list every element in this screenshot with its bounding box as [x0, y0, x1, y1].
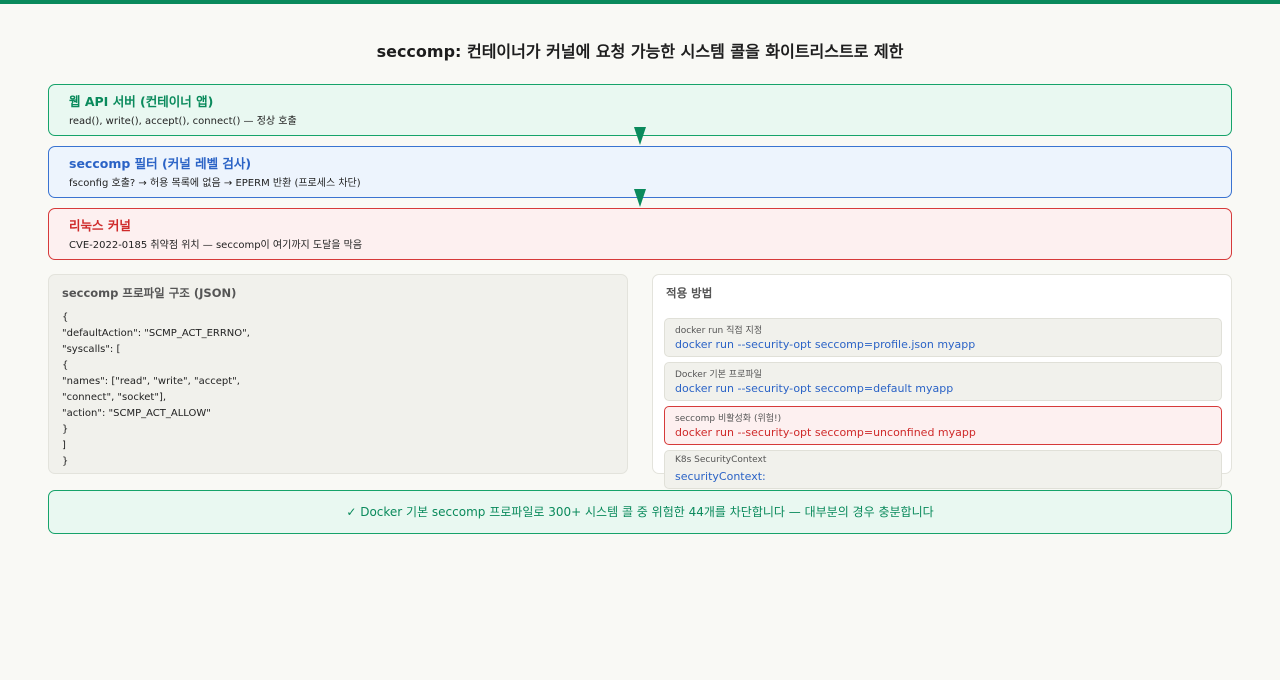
page-title: seccomp: 컨테이너가 커널에 요청 가능한 시스템 콜을 화이트리스트로… — [376, 42, 904, 61]
option-label: Docker 기본 프로파일 — [675, 370, 762, 380]
code-line: "action": "SCMP_ACT_ALLOW" — [62, 408, 211, 419]
summary-banner: ✓ Docker 기본 seccomp 프로파일로 300+ 시스템 콜 중 위… — [48, 490, 1232, 534]
option-label: K8s SecurityContext — [675, 455, 767, 465]
code-line: "connect", "socket"], — [62, 392, 167, 403]
code-line: "defaultAction": "SCMP_ACT_ERRNO", — [62, 328, 250, 339]
code-line: { — [62, 360, 69, 371]
option-unconfined-warning: seccomp 비활성화 (위험!) docker run --security… — [664, 406, 1222, 445]
top-accent-bar — [0, 0, 1280, 4]
code-line: ] — [62, 440, 66, 451]
option-k8s-security-context: K8s SecurityContext securityContext: — [664, 450, 1222, 489]
code-line: "names": ["read", "write", "accept", — [62, 376, 240, 387]
option-label: docker run 직접 지정 — [675, 326, 763, 336]
option-command: docker run --security-opt seccomp=defaul… — [675, 382, 954, 395]
arrow-down-icon — [634, 189, 646, 207]
layer-description: fsconfig 호출? → 허용 목록에 없음 → EPERM 반환 (프로세… — [69, 178, 361, 189]
layer-description: read(), write(), accept(), connect() — 정… — [69, 116, 297, 127]
json-code-block: { "defaultAction": "SCMP_ACT_ERRNO", "sy… — [62, 310, 250, 470]
layer-description: CVE-2022-0185 취약점 위치 — seccomp이 여기까지 도달을… — [69, 240, 363, 251]
layer-title: 웹 API 서버 (컨테이너 앱) — [69, 94, 214, 109]
layer-linux-kernel: 리눅스 커널 CVE-2022-0185 취약점 위치 — seccomp이 여… — [48, 208, 1232, 260]
code-line: "syscalls": [ — [62, 344, 121, 355]
option-command: securityContext: — [675, 470, 766, 483]
panel-title: seccomp 프로파일 구조 (JSON) — [62, 286, 237, 300]
code-line: { — [62, 312, 69, 323]
arrow-down-icon — [634, 127, 646, 145]
option-direct-profile: docker run 직접 지정 docker run --security-o… — [664, 318, 1222, 357]
code-line: } — [62, 456, 69, 467]
option-default-profile: Docker 기본 프로파일 docker run --security-opt… — [664, 362, 1222, 401]
panel-title: 적용 방법 — [666, 286, 713, 300]
layer-title: 리눅스 커널 — [69, 218, 131, 233]
apply-methods-panel: 적용 방법 docker run 직접 지정 docker run --secu… — [652, 274, 1232, 489]
option-command: docker run --security-opt seccomp=unconf… — [675, 426, 976, 439]
layer-title: seccomp 필터 (커널 레벨 검사) — [69, 156, 252, 171]
code-line: } — [62, 424, 69, 435]
seccomp-profile-panel: seccomp 프로파일 구조 (JSON) { "defaultAction"… — [48, 274, 628, 474]
option-label: seccomp 비활성화 (위험!) — [675, 414, 782, 424]
option-command: docker run --security-opt seccomp=profil… — [675, 338, 976, 351]
